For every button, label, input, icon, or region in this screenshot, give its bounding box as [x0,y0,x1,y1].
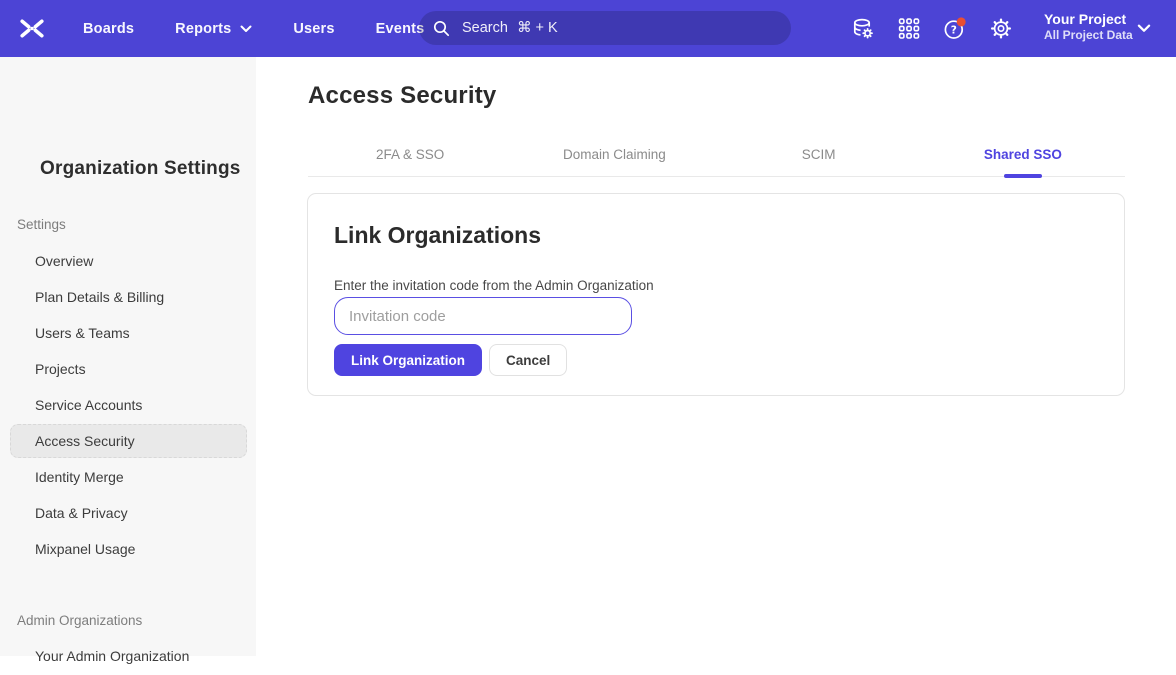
tab-label: Shared SSO [984,147,1062,162]
sidebar-item-label: Your Admin Organization [35,648,189,664]
sidebar-item-data-privacy[interactable]: Data & Privacy [10,496,247,530]
sidebar-title: Organization Settings [40,158,241,180]
access-security-tabs: 2FA & SSO Domain Claiming SCIM Shared SS… [308,132,1125,177]
tab-label: SCIM [802,147,836,162]
sidebar-item-projects[interactable]: Projects [10,352,247,386]
settings-sidebar: Organization Settings Settings Overview … [0,57,256,656]
nav-label: Events [376,21,425,37]
sidebar-item-overview[interactable]: Overview [10,244,247,278]
project-data-view: All Project Data [1044,28,1133,43]
tab-scim[interactable]: SCIM [717,132,921,176]
tab-2fa-sso[interactable]: 2FA & SSO [308,132,512,176]
nav-item-events[interactable]: Events [376,21,425,37]
sidebar-item-label: Users & Teams [35,325,130,341]
sidebar-item-label: Plan Details & Billing [35,289,164,305]
sidebar-item-users-teams[interactable]: Users & Teams [10,316,247,350]
search-placeholder: Search [462,20,508,36]
tab-label: Domain Claiming [563,147,666,162]
sidebar-item-access-security[interactable]: Access Security [10,424,247,458]
tab-label: 2FA & SSO [376,147,444,162]
topbar-icon-group: ? [851,16,1013,41]
tab-shared-sso[interactable]: Shared SSO [921,132,1125,176]
search-icon [433,20,450,37]
chevron-down-icon[interactable] [1137,24,1151,33]
sidebar-items-admin-organizations: Your Admin Organization [0,637,256,675]
invitation-code-input[interactable] [334,297,632,335]
sidebar-section-settings: Settings [17,217,66,232]
sidebar-item-label: Projects [35,361,86,377]
apps-grid-icon[interactable] [897,16,921,41]
search-input[interactable]: Search ⌘ + K [419,11,791,45]
sidebar-item-mixpanel-usage[interactable]: Mixpanel Usage [10,532,247,566]
nav-item-users[interactable]: Users [293,21,334,37]
sidebar-item-your-admin-organization[interactable]: Your Admin Organization [10,639,247,673]
help-icon[interactable]: ? [943,16,967,41]
nav-label: Reports [175,21,231,37]
sidebar-item-label: Data & Privacy [35,505,128,521]
sidebar-item-label: Identity Merge [35,469,124,485]
chevron-down-icon [240,25,252,33]
cancel-button[interactable]: Cancel [489,344,567,376]
mixpanel-logo-icon[interactable] [17,14,47,43]
nav-label: Boards [83,21,134,37]
settings-gear-icon[interactable] [989,16,1013,41]
card-actions: Link Organization Cancel [334,344,567,376]
project-selector[interactable]: Your Project All Project Data [1044,10,1133,43]
sidebar-item-label: Overview [35,253,93,269]
sidebar-item-label: Service Accounts [35,397,142,413]
sidebar-item-plan-details-billing[interactable]: Plan Details & Billing [10,280,247,314]
page-title: Access Security [308,82,496,110]
invitation-code-label: Enter the invitation code from the Admin… [334,278,654,293]
sidebar-item-identity-merge[interactable]: Identity Merge [10,460,247,494]
app-window: Boards Reports Users Events Search ⌘ + K [0,0,1176,656]
notification-dot [957,17,966,26]
sidebar-item-label: Access Security [35,433,135,449]
link-organizations-card: Link Organizations Enter the invitation … [307,193,1125,396]
tab-domain-claiming[interactable]: Domain Claiming [512,132,716,176]
svg-text:?: ? [951,24,957,36]
sidebar-items-settings: Overview Plan Details & Billing Users & … [0,242,256,568]
card-title: Link Organizations [334,222,541,249]
nav-item-boards[interactable]: Boards [83,21,134,37]
link-organization-button[interactable]: Link Organization [334,344,482,376]
search-shortcut-hint: ⌘ + K [517,20,558,36]
sidebar-item-label: Mixpanel Usage [35,541,135,557]
data-management-icon[interactable] [851,16,875,41]
sidebar-item-service-accounts[interactable]: Service Accounts [10,388,247,422]
top-navigation-bar: Boards Reports Users Events Search ⌘ + K [0,0,1176,57]
sidebar-section-admin-organizations: Admin Organizations [17,613,142,628]
nav-item-reports[interactable]: Reports [175,21,252,37]
project-name: Your Project [1044,10,1133,28]
nav-label: Users [293,21,334,37]
primary-nav: Boards Reports Users Events [83,0,424,57]
